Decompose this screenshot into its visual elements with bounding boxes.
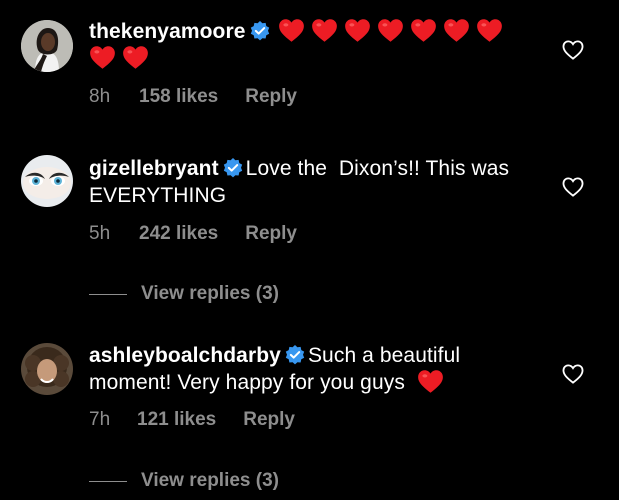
comment-meta: 8h 158 likes Reply [89, 86, 297, 108]
comment-likes-count[interactable]: 242 likes [139, 223, 218, 245]
red-heart-emoji [279, 19, 305, 42]
avatar[interactable] [21, 343, 73, 395]
red-heart-emoji [312, 19, 338, 42]
comment-username[interactable]: thekenyamoore [89, 20, 246, 43]
comment-body: ashleyboalchdarby Such a beautiful moment… [89, 342, 534, 396]
comment-likes-count[interactable]: 121 likes [137, 409, 216, 431]
view-replies-label: View replies (3) [141, 470, 279, 491]
divider-line [89, 480, 127, 482]
comment-body: gizellebryant Love the Dixon’s!! This was… [89, 155, 534, 209]
view-replies-button[interactable]: View replies (3) [89, 470, 279, 492]
comment-meta: 7h 121 likes Reply [89, 409, 295, 431]
avatar-image-icon [21, 155, 73, 207]
reply-button[interactable]: Reply [243, 409, 295, 431]
red-heart-emoji [444, 19, 470, 42]
view-replies-label: View replies (3) [141, 283, 279, 304]
avatar[interactable] [21, 155, 73, 207]
comment-meta: 5h 242 likes Reply [89, 223, 297, 245]
avatar-image-icon [21, 343, 73, 395]
comment-timestamp: 5h [89, 223, 111, 244]
verified-badge-icon [285, 345, 305, 365]
comment-username[interactable]: ashleyboalchdarby [89, 344, 281, 367]
heart-outline-icon[interactable] [562, 364, 584, 384]
avatar[interactable] [21, 20, 73, 72]
comment-timestamp: 7h [89, 409, 111, 430]
red-heart-emoji [418, 370, 443, 393]
comment-likes-count[interactable]: 158 likes [139, 86, 218, 108]
comment-body: thekenyamoore [89, 18, 534, 72]
red-heart-emoji [345, 19, 371, 42]
red-heart-emoji [90, 46, 115, 69]
red-heart-emoji [378, 19, 404, 42]
red-heart-emoji [123, 46, 148, 69]
reply-button[interactable]: Reply [245, 223, 297, 245]
verified-badge-icon [250, 21, 269, 41]
comment-username[interactable]: gizellebryant [89, 157, 219, 180]
heart-outline-icon[interactable] [562, 177, 584, 197]
heart-outline-icon[interactable] [562, 40, 584, 60]
reply-button[interactable]: Reply [245, 86, 297, 108]
red-heart-emoji [411, 19, 437, 42]
view-replies-button[interactable]: View replies (3) [89, 283, 279, 305]
divider-line [89, 293, 127, 295]
verified-badge-icon [223, 158, 242, 178]
red-heart-emoji [477, 19, 503, 42]
avatar-image-icon [21, 20, 73, 72]
comment-timestamp: 8h [89, 86, 111, 107]
